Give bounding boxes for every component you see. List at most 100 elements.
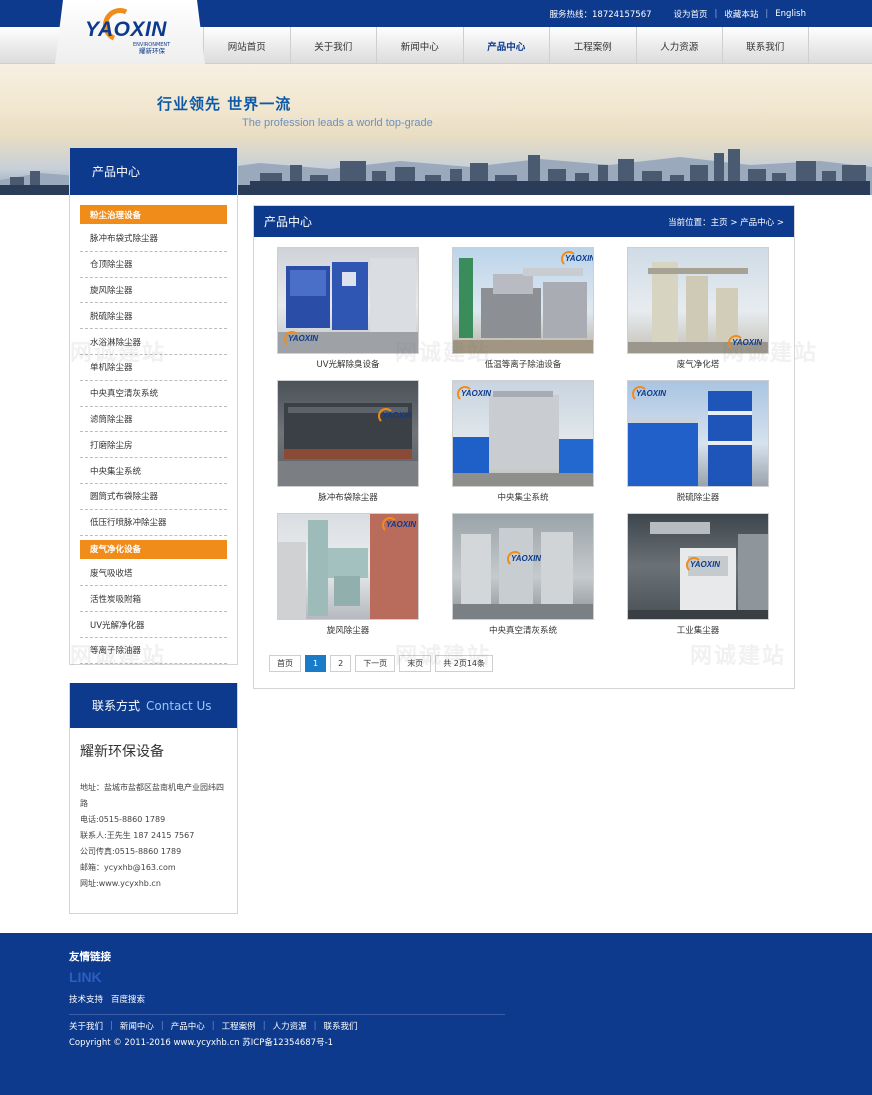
footer-nav-hr[interactable]: 人力资源 <box>273 1020 307 1032</box>
sidebar-item[interactable]: 水浴淋除尘器 <box>80 329 227 355</box>
sidebar-item[interactable]: 圆筒式布袋除尘器 <box>80 484 227 510</box>
product-name[interactable]: 中央集尘系统 <box>452 491 594 503</box>
product-thumbnail[interactable]: YAOXIN <box>452 513 594 620</box>
product-name[interactable]: 工业集尘器 <box>627 624 769 636</box>
sidebar-item[interactable]: 废气吸收塔 <box>80 561 227 587</box>
product-card[interactable]: YAOXIN 中央集尘系统 <box>452 380 594 503</box>
thumb-watermark-logo: YAOXIN <box>727 335 763 351</box>
product-name[interactable]: 废气净化塔 <box>627 358 769 370</box>
product-thumbnail[interactable]: YAOXIN <box>277 513 419 620</box>
product-thumbnail[interactable]: YAOXIN <box>627 513 769 620</box>
product-card[interactable]: YAOXIN 工业集尘器 <box>627 513 769 636</box>
sidebar-item[interactable]: 脉冲布袋式除尘器 <box>80 226 227 252</box>
thumb-watermark-logo: YAOXIN <box>456 386 492 402</box>
sidebar-item[interactable]: 等离子除油器 <box>80 638 227 664</box>
nav-home[interactable]: 网站首页 <box>203 27 290 64</box>
banner-subtitle: The profession leads a world top-grade <box>242 117 433 129</box>
separator: | <box>110 1021 113 1031</box>
site-footer: 友情链接 LINK 技术支持 百度搜索 关于我们 | 新闻中心 | 产品中心 | 工程… <box>0 933 872 1095</box>
sidebar-item[interactable]: 单机除尘器 <box>80 355 227 381</box>
footer-nav-cases[interactable]: 工程案例 <box>222 1020 256 1032</box>
pager-first[interactable]: 首页 <box>269 655 301 672</box>
product-name[interactable]: 低温等离子除油设备 <box>452 358 594 370</box>
product-card[interactable]: YAOXIN 低温等离子除油设备 <box>452 247 594 370</box>
footer-nav-news[interactable]: 新闻中心 <box>120 1020 154 1032</box>
contact-fax: 公司传真:0515-8860 1789 <box>80 847 182 856</box>
banner-title: 行业领先 世界一流 <box>157 95 292 113</box>
site-logo[interactable]: YAOXIN ENVIRONMENT 耀新环保 <box>55 0 205 64</box>
footer-nav-contact[interactable]: 联系我们 <box>323 1020 357 1032</box>
sidebar-item[interactable]: 中央集尘系统 <box>80 458 227 484</box>
footer-nav: 关于我们 | 新闻中心 | 产品中心 | 工程案例 | 人力资源 | 联系我们 <box>69 1020 357 1032</box>
product-name[interactable]: 脉冲布袋除尘器 <box>277 491 419 503</box>
content-title: 产品中心 <box>264 215 313 229</box>
product-thumbnail[interactable]: YAOXIN <box>627 380 769 487</box>
product-thumbnail[interactable]: YAOXIN <box>627 247 769 354</box>
separator: | <box>313 1021 317 1031</box>
pager-page-1[interactable]: 1 <box>305 655 327 672</box>
product-image <box>278 403 418 486</box>
product-name[interactable]: UV光解除臭设备 <box>277 358 419 370</box>
product-grid: YAOXIN UV光解除臭设备 YAOXIN 低温等离子除油设备 YAOXIN … <box>277 247 771 636</box>
bookmark-link[interactable]: 收藏本站 <box>724 8 758 20</box>
product-card[interactable]: YAOXIN 废气净化塔 <box>627 247 769 370</box>
friend-link-baidu[interactable]: 百度搜索 <box>111 993 145 1005</box>
sidebar-category-dust[interactable]: 粉尘治理设备 <box>80 205 227 224</box>
product-thumbnail[interactable]: YAOXIN <box>277 380 419 487</box>
separator: | <box>211 1021 215 1031</box>
nav-hr[interactable]: 人力资源 <box>635 27 723 64</box>
friend-link-support[interactable]: 技术支持 <box>69 993 103 1005</box>
pager-page-2[interactable]: 2 <box>330 655 352 672</box>
sidebar-item[interactable]: 低压行喷脉冲除尘器 <box>80 510 227 536</box>
product-card[interactable]: YAOXIN 旋风除尘器 <box>277 513 419 636</box>
product-thumbnail[interactable]: YAOXIN <box>452 380 594 487</box>
sidebar-item[interactable]: 中央真空清灰系统 <box>80 381 227 407</box>
product-name[interactable]: 脱硫除尘器 <box>627 491 769 503</box>
product-name[interactable]: 旋风除尘器 <box>277 624 419 636</box>
separator: | <box>714 9 718 19</box>
product-card[interactable]: YAOXIN 中央真空清灰系统 <box>452 513 594 636</box>
sidebar-item[interactable]: UV光解净化器 <box>80 612 227 638</box>
thumb-watermark-logo: YAOXIN <box>283 331 319 347</box>
sidebar-item[interactable]: 旋风除尘器 <box>80 278 227 304</box>
contact-panel: 联系方式 Contact Us 耀新环保设备 地址：盐城市盐都区盐南机电产业园纬… <box>69 683 238 914</box>
footer-nav-products[interactable]: 产品中心 <box>171 1020 205 1032</box>
sidebar-category-gas[interactable]: 废气净化设备 <box>80 539 227 559</box>
nav-news[interactable]: 新闻中心 <box>376 27 463 64</box>
sidebar-item[interactable]: 仓顶除尘器 <box>80 252 227 278</box>
english-link[interactable]: English <box>775 9 806 19</box>
product-image <box>453 528 593 619</box>
footer-nav-about[interactable]: 关于我们 <box>69 1020 103 1032</box>
pager-info: 共 2页14条 <box>435 655 493 672</box>
pager-last[interactable]: 末页 <box>399 655 432 672</box>
product-card[interactable]: YAOXIN 脉冲布袋除尘器 <box>277 380 419 503</box>
product-card[interactable]: YAOXIN 脱硫除尘器 <box>627 380 769 503</box>
contact-phone: 电话:0515-8860 1789 <box>80 815 166 824</box>
nav-cases[interactable]: 工程案例 <box>549 27 636 64</box>
product-name[interactable]: 中央真空清灰系统 <box>452 624 594 636</box>
nav-contact[interactable]: 联系我们 <box>722 27 809 64</box>
content-header: 产品中心 当前位置：主页 > 产品中心 > <box>254 206 794 237</box>
thumb-watermark-logo: YAOXIN <box>381 517 417 533</box>
sidebar-item[interactable]: 脱硫除尘器 <box>80 303 227 330</box>
contact-address: 地址：盐城市盐都区盐南机电产业园纬四路 <box>80 783 224 808</box>
product-card[interactable]: YAOXIN UV光解除臭设备 <box>277 247 419 370</box>
separator: | <box>160 1021 164 1031</box>
sidebar-item[interactable]: 打磨除尘房 <box>80 432 227 459</box>
product-thumbnail[interactable]: YAOXIN <box>452 247 594 354</box>
thumb-watermark-logo: YAOXIN <box>631 386 667 402</box>
pager-next[interactable]: 下一页 <box>355 655 396 672</box>
nav-about[interactable]: 关于我们 <box>289 27 377 64</box>
contact-website: 网址:www.ycyxhb.cn <box>80 879 161 888</box>
nav-products[interactable]: 产品中心 <box>462 27 550 64</box>
set-homepage-link[interactable]: 设为首页 <box>674 8 708 20</box>
sidebar-item[interactable]: 活性炭吸附箱 <box>80 586 227 613</box>
breadcrumb[interactable]: 当前位置：主页 > 产品中心 > <box>668 216 784 228</box>
sidebar-title: 产品中心 <box>70 148 237 195</box>
sidebar-item[interactable]: 滤筒除尘器 <box>80 407 227 433</box>
sidebar-products: 产品中心 粉尘治理设备 脉冲布袋式除尘器 仓顶除尘器 旋风除尘器 脱硫除尘器 水… <box>69 148 238 665</box>
sidebar-list: 粉尘治理设备 脉冲布袋式除尘器 仓顶除尘器 旋风除尘器 脱硫除尘器 水浴淋除尘器… <box>70 195 237 664</box>
contact-details: 地址：盐城市盐都区盐南机电产业园纬四路 电话:0515-8860 1789 联系… <box>80 780 230 892</box>
thumb-watermark-logo: YAOXIN <box>377 408 413 424</box>
product-thumbnail[interactable]: YAOXIN <box>277 247 419 354</box>
